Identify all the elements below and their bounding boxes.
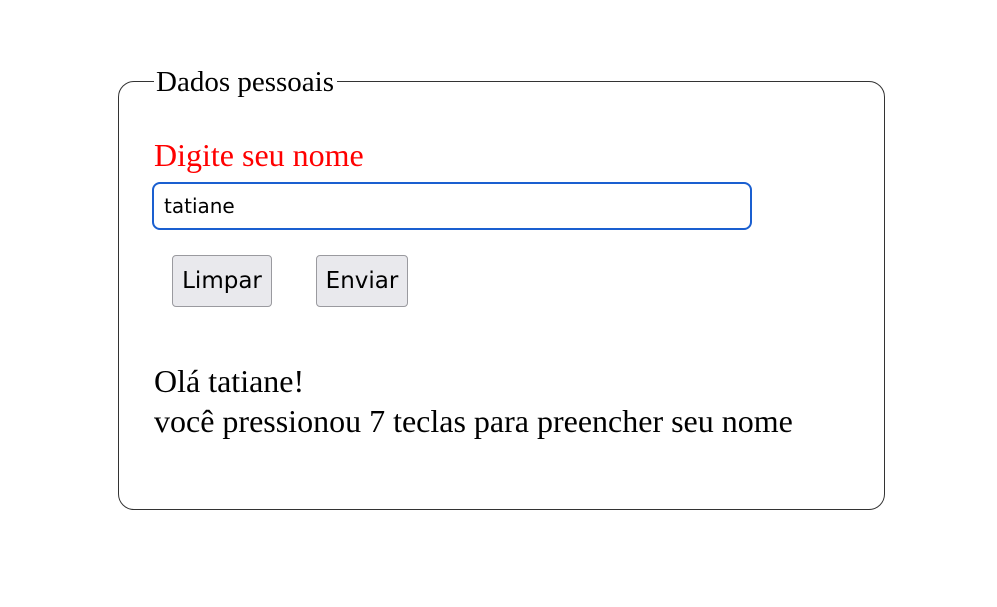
name-input[interactable] [152,182,752,230]
name-label: Digite seu nome [154,137,364,173]
clear-button[interactable]: Limpar [172,255,272,307]
greeting-text: Olá tatiane! [154,363,305,399]
send-button[interactable]: Enviar [316,255,408,307]
keypress-count-text: você pressionou 7 teclas para preencher … [154,403,793,439]
fieldset-legend: Dados pessoais [154,64,338,100]
